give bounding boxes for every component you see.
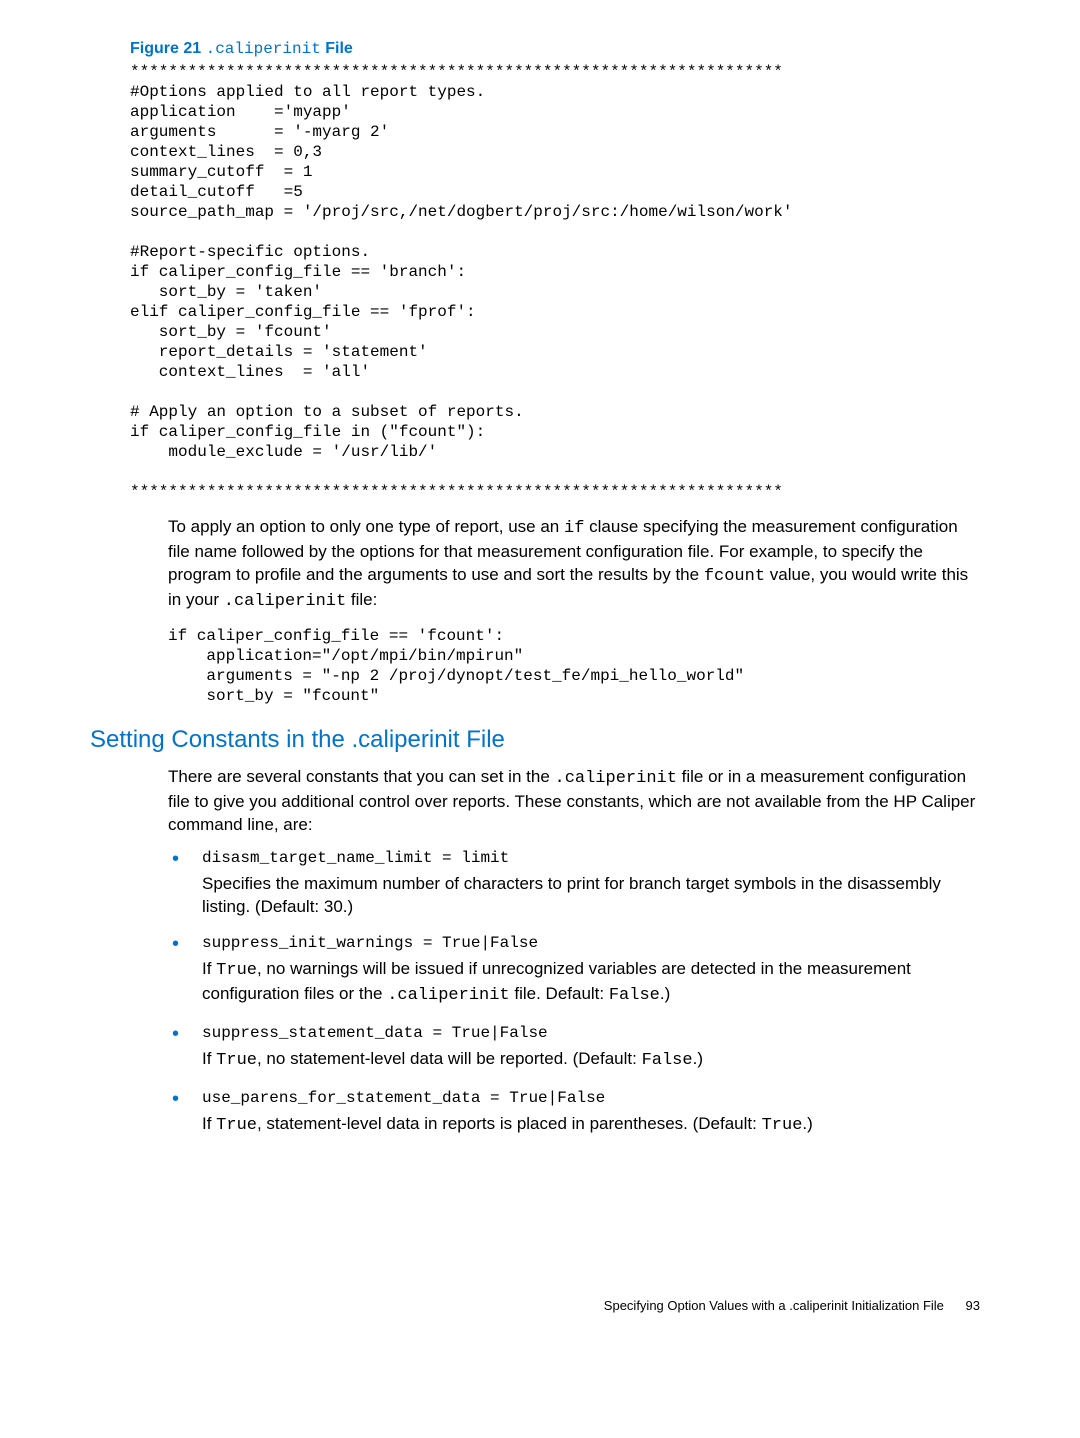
page-footer: Specifying Option Values with a .caliper… bbox=[130, 1298, 980, 1313]
bullet-list: disasm_target_name_limit = limit Specifie… bbox=[168, 849, 980, 1139]
footer-page-number: 93 bbox=[966, 1298, 980, 1313]
bullet-code: use_parens_for_statement_data = True|Fal… bbox=[202, 1089, 980, 1107]
figure-suffix: File bbox=[325, 40, 353, 57]
bullet-item: use_parens_for_statement_data = True|Fal… bbox=[168, 1089, 980, 1138]
section-heading: Setting Constants in the .caliperinit Fi… bbox=[90, 726, 980, 754]
bullet-code: suppress_init_warnings = True|False bbox=[202, 934, 980, 952]
bullet-description: Specifies the maximum number of characte… bbox=[202, 873, 980, 919]
figure-label: Figure 21 .caliperinit File bbox=[130, 40, 980, 58]
footer-text: Specifying Option Values with a .caliper… bbox=[604, 1298, 944, 1313]
bullet-item: suppress_init_warnings = True|False If Tr… bbox=[168, 934, 980, 1008]
paragraph-1: To apply an option to only one type of r… bbox=[168, 516, 980, 614]
bullet-item: suppress_statement_data = True|False If T… bbox=[168, 1024, 980, 1073]
bullet-description: If True, no warnings will be issued if u… bbox=[202, 958, 980, 1008]
bullet-item: disasm_target_name_limit = limit Specifie… bbox=[168, 849, 980, 919]
code-block-2: if caliper_config_file == 'fcount': appl… bbox=[168, 626, 980, 706]
bullet-code: suppress_statement_data = True|False bbox=[202, 1024, 980, 1042]
bullet-description: If True, statement-level data in reports… bbox=[202, 1113, 980, 1138]
figure-code: .caliperinit bbox=[206, 40, 321, 58]
paragraph-2: There are several constants that you can… bbox=[168, 766, 980, 837]
document-page: Figure 21 .caliperinit File ************… bbox=[0, 0, 1080, 1353]
bullet-code: disasm_target_name_limit = limit bbox=[202, 849, 980, 867]
code-block-1: ****************************************… bbox=[130, 62, 980, 502]
bullet-description: If True, no statement-level data will be… bbox=[202, 1048, 980, 1073]
figure-prefix: Figure 21 bbox=[130, 40, 201, 57]
